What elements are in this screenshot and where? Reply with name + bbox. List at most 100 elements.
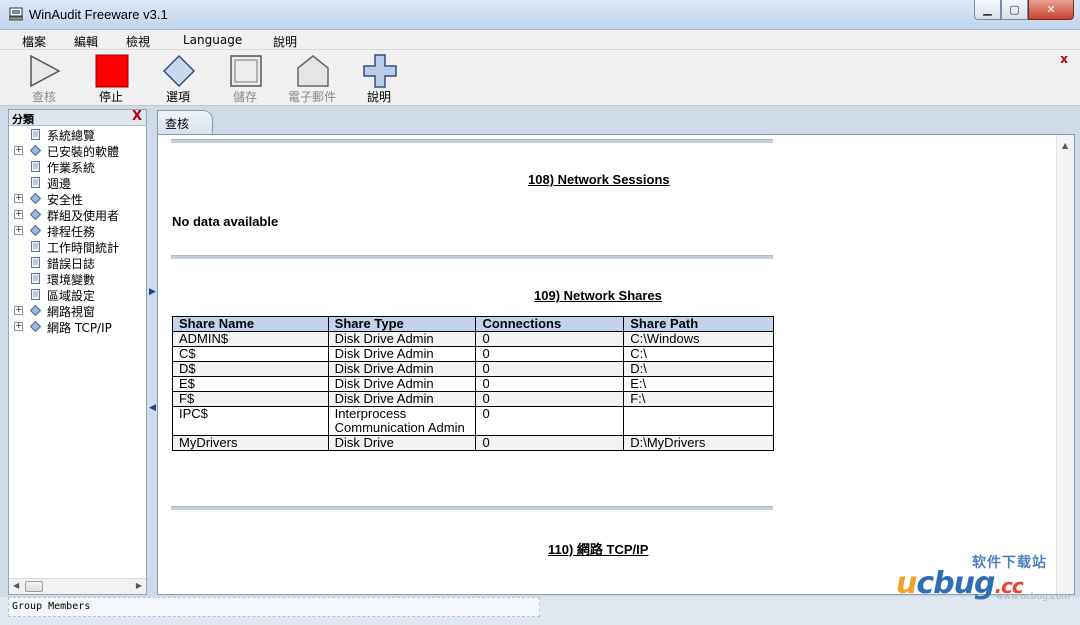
tree-item[interactable]: 錯誤日誌 (9, 254, 146, 271)
expand-plus-icon[interactable]: + (14, 146, 23, 155)
page-icon (31, 273, 40, 284)
maximize-button[interactable]: ▢ (1001, 0, 1028, 20)
table-cell: D:\ (623, 361, 774, 377)
diamond-icon (30, 321, 41, 332)
category-panel-close-icon[interactable]: X (132, 109, 142, 124)
tree-item[interactable]: 環境變數 (9, 270, 146, 287)
audit-button[interactable]: 查核 (18, 52, 70, 104)
table-row: E$ Disk Drive Admin 0 E:\ (172, 376, 774, 392)
help-button[interactable]: 說明 (353, 52, 405, 104)
scroll-up-arrow-icon[interactable]: ▲ (1062, 141, 1068, 150)
panel-splitter[interactable]: ▶ ◀ (147, 109, 157, 595)
tree-horizontal-scrollbar[interactable]: ◀ ▶ (9, 578, 146, 594)
tree-item[interactable]: 週邊 (9, 174, 146, 191)
table-cell: C:\ (623, 346, 774, 362)
menu-language[interactable]: Language (183, 33, 242, 47)
toolbar: 查核 停止 選項 儲存 電子郵件 說明 x (0, 50, 1080, 106)
report-vertical-scrollbar[interactable]: ▲ (1056, 135, 1074, 594)
table-cell: 0 (475, 361, 625, 377)
page-icon (31, 289, 40, 300)
stop-button-label: 停止 (98, 90, 123, 104)
email-button-label: 電子郵件 (287, 90, 336, 104)
title-bar[interactable]: WinAudit Freeware v3.1 ▁ ▢ ✕ (0, 0, 1080, 30)
tree-item[interactable]: + 網路視窗 (9, 302, 146, 319)
minimize-icon: ▁ (983, 3, 992, 16)
tree-item[interactable]: 作業系統 (9, 158, 146, 175)
minimize-button[interactable]: ▁ (974, 0, 1001, 20)
close-window-button[interactable]: ✕ (1028, 0, 1074, 20)
menu-help[interactable]: 說明 (273, 33, 297, 50)
table-cell: E:\ (623, 376, 774, 392)
table-cell: Disk Drive Admin (327, 391, 477, 407)
options-button[interactable]: 選項 (152, 52, 204, 104)
table-cell: Disk Drive Admin (327, 376, 477, 392)
collapse-left-arrow-icon[interactable]: ◀ (149, 403, 156, 413)
table-cell: 0 (475, 346, 625, 362)
section-separator (171, 255, 773, 259)
table-cell: F:\ (623, 391, 774, 407)
table-cell: Disk Drive Admin (327, 331, 477, 347)
maximize-icon: ▢ (1009, 3, 1020, 16)
menu-file[interactable]: 檔案 (22, 33, 46, 50)
menu-edit[interactable]: 編輯 (74, 33, 98, 50)
tree-item[interactable]: 系統總覽 (9, 126, 146, 143)
watermark-logo: 软件下载站 ucbug.cc www.ucbug.com (896, 552, 1076, 604)
diamond-icon (30, 225, 41, 236)
expand-plus-icon[interactable]: + (14, 194, 23, 203)
window-title: WinAudit Freeware v3.1 (29, 7, 168, 22)
options-button-label: 選項 (165, 90, 190, 104)
expand-plus-icon[interactable]: + (14, 210, 23, 219)
expand-plus-icon[interactable]: + (14, 306, 23, 315)
tree-item[interactable]: + 網路 TCP/IP (9, 318, 146, 335)
table-cell: C:\Windows (623, 331, 774, 347)
tree-item[interactable]: + 群組及使用者 (9, 206, 146, 223)
column-header-connections: Connections (475, 316, 625, 332)
table-cell: Disk Drive Admin (327, 361, 477, 377)
menu-bar: 檔案 編輯 檢視 Language 說明 (0, 30, 1080, 50)
menu-view[interactable]: 檢視 (126, 33, 150, 50)
tree-item-label: 網路 TCP/IP (47, 321, 112, 335)
table-cell: 0 (475, 391, 625, 407)
network-shares-table: Share Name Share Type Connections Share … (172, 316, 774, 451)
tree-item[interactable]: + 安全性 (9, 190, 146, 207)
toolbar-close-icon[interactable]: x (1060, 52, 1068, 66)
expand-right-arrow-icon[interactable]: ▶ (149, 287, 156, 297)
table-header-row: Share Name Share Type Connections Share … (172, 316, 774, 332)
column-header-share-type: Share Type (327, 316, 477, 332)
tab-audit[interactable]: 查核 (157, 110, 213, 134)
page-icon (31, 177, 40, 188)
table-row: MyDrivers Disk Drive 0 D:\MyDrivers (172, 435, 774, 451)
table-cell: MyDrivers (172, 435, 329, 451)
report-document: 108) Network Sessions No data available … (158, 135, 1056, 594)
play-icon (30, 54, 61, 88)
tree-item[interactable]: + 排程任務 (9, 222, 146, 239)
email-button[interactable]: 電子郵件 (286, 52, 338, 104)
column-header-share-path: Share Path (623, 316, 774, 332)
stop-button[interactable]: 停止 (85, 52, 137, 104)
report-view: 108) Network Sessions No data available … (157, 134, 1075, 595)
table-cell: D:\MyDrivers (623, 435, 774, 451)
table-cell: C$ (172, 346, 329, 362)
page-icon (31, 241, 40, 252)
watermark-url: www.ucbug.com (996, 592, 1070, 602)
tab-strip: 查核 (157, 109, 1075, 134)
tree-scroll-thumb[interactable] (25, 581, 43, 592)
table-cell: E$ (172, 376, 329, 392)
tab-audit-label: 查核 (165, 117, 190, 131)
table-cell (623, 406, 774, 436)
scroll-left-arrow-icon[interactable]: ◀ (13, 581, 19, 590)
tree-item[interactable]: 工作時間統計 (9, 238, 146, 255)
table-row: IPC$ Interprocess Communication Admin 0 (172, 406, 774, 436)
tree-item[interactable]: + 已安裝的軟體 (9, 142, 146, 159)
tree-item[interactable]: 區域設定 (9, 286, 146, 303)
expand-plus-icon[interactable]: + (14, 226, 23, 235)
scroll-right-arrow-icon[interactable]: ▶ (136, 581, 142, 590)
section-110-title: 110) 網路 TCP/IP (548, 542, 649, 557)
table-cell: 0 (475, 406, 625, 436)
table-row: ADMIN$ Disk Drive Admin 0 C:\Windows (172, 331, 774, 347)
diamond-icon (30, 209, 41, 220)
expand-plus-icon[interactable]: + (14, 322, 23, 331)
no-data-message: No data available (172, 214, 279, 229)
save-button[interactable]: 儲存 (219, 52, 271, 104)
audit-button-label: 查核 (31, 90, 56, 104)
